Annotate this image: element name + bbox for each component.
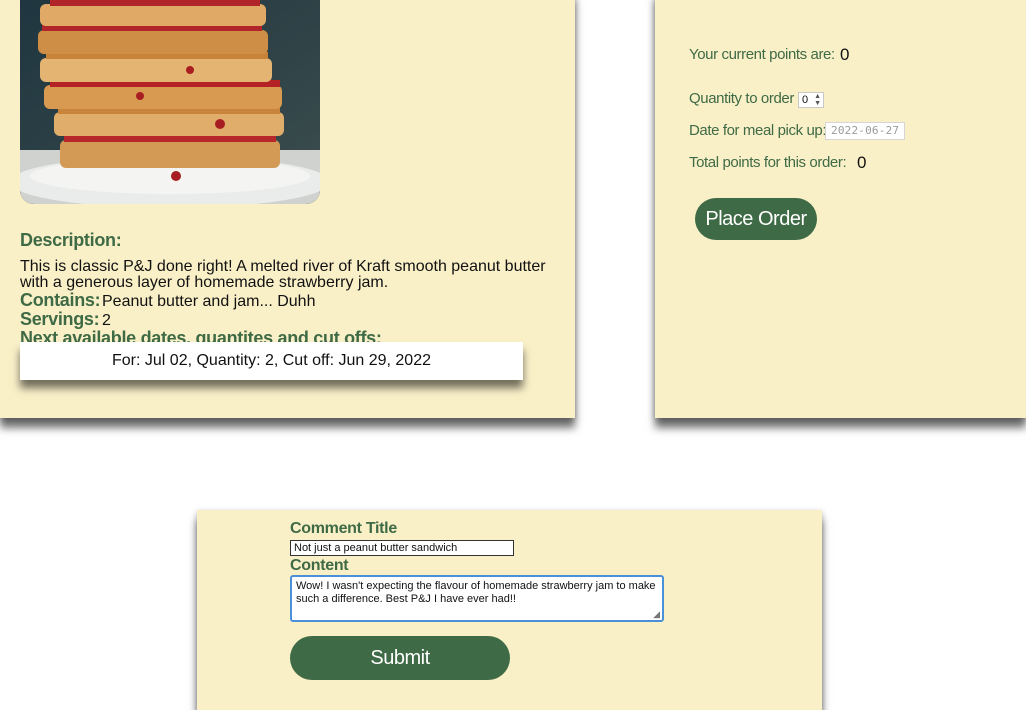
total-points-label: Total points for this order: — [689, 154, 847, 171]
quantity-stepper[interactable]: 0 ▲ ▼ — [798, 92, 824, 108]
comment-form-panel: Comment Title Not just a peanut butter s… — [197, 510, 822, 710]
meal-details-panel: Description: This is classic P&J done ri… — [0, 0, 575, 418]
sandwich-stack-image — [20, 0, 320, 204]
points-value: 0 — [840, 45, 850, 64]
contains-value: Peanut butter and jam... Duhh — [102, 293, 316, 310]
servings-label: Servings: — [20, 309, 100, 329]
description-label: Description: — [20, 230, 122, 250]
meal-photo — [20, 0, 320, 204]
comment-content-value: Wow! I wasn't expecting the flavour of h… — [296, 580, 656, 605]
description-text: This is classic P&J done right! A melted… — [20, 258, 546, 291]
comment-title-value: Not just a peanut butter sandwich — [294, 542, 458, 554]
comment-title-input[interactable]: Not just a peanut butter sandwich — [290, 540, 514, 556]
servings-value: 2 — [102, 312, 111, 329]
pickup-date-value: 2022-06-27 — [831, 124, 900, 137]
place-order-button[interactable]: Place Order — [695, 198, 817, 240]
quantity-label: Quantity to order — [689, 90, 794, 107]
availability-entry: For: Jul 02, Quantity: 2, Cut off: Jun 2… — [20, 342, 523, 380]
comment-title-label: Comment Title — [290, 520, 397, 537]
quantity-value: 0 — [802, 94, 809, 106]
stepper-arrows-icon[interactable]: ▲ ▼ — [814, 93, 821, 107]
order-panel: Your current points are: 0 Quantity to o… — [655, 0, 1026, 418]
points-label: Your current points are: — [689, 46, 835, 63]
comment-content-textarea[interactable]: Wow! I wasn't expecting the flavour of h… — [290, 575, 664, 622]
total-points-value: 0 — [857, 153, 867, 172]
contains-label: Contains: — [20, 290, 101, 310]
resize-handle-icon[interactable]: ◢ — [653, 610, 660, 619]
availability-entry-text: For: Jul 02, Quantity: 2, Cut off: Jun 2… — [112, 352, 431, 369]
submit-button[interactable]: Submit — [290, 636, 510, 680]
pickup-date-label: Date for meal pick up: — [689, 122, 827, 139]
comment-content-label: Content — [290, 557, 349, 574]
pickup-date-field[interactable]: 2022-06-27 — [825, 122, 905, 140]
